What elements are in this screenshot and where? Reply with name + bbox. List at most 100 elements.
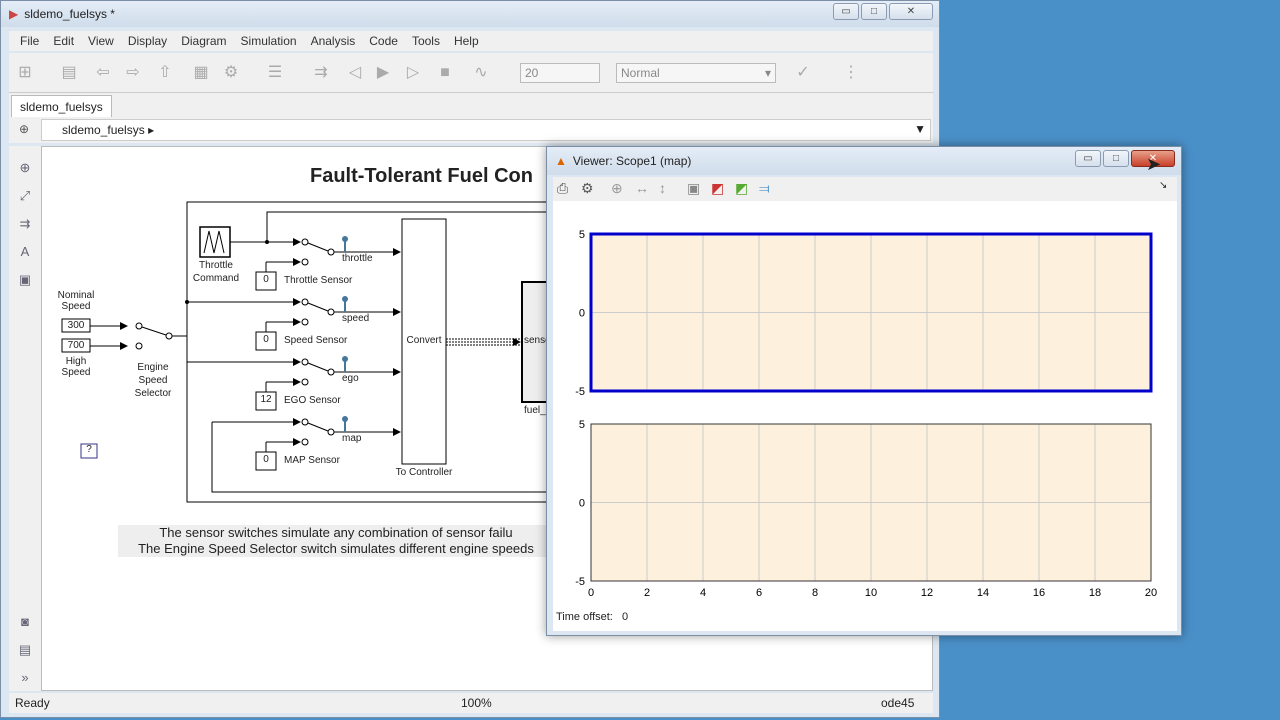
zoom-x-icon[interactable]: ↔: [635, 180, 649, 196]
zoom-icon[interactable]: ⊕: [17, 160, 33, 176]
menu-edit[interactable]: Edit: [46, 31, 81, 51]
minimize-button[interactable]: ▭: [833, 3, 859, 20]
menu-help[interactable]: Help: [447, 31, 486, 51]
x-tick-label: 4: [700, 587, 706, 599]
camera-icon[interactable]: ◙: [17, 614, 33, 630]
sensor-switch: [327, 368, 335, 376]
convert-label: Convert: [406, 335, 442, 346]
model-explorer-icon[interactable]: ☰: [265, 63, 285, 83]
menu-diagram[interactable]: Diagram: [174, 31, 233, 51]
library-icon[interactable]: ▦: [191, 63, 211, 83]
zoom-y-icon[interactable]: ↕: [659, 180, 666, 196]
high-speed-value[interactable]: 700: [62, 340, 90, 351]
build-icon[interactable]: ⋮: [841, 63, 861, 83]
title-bar: ▶ sldemo_fuelsys *: [1, 1, 939, 27]
x-tick-label: 10: [865, 587, 877, 599]
signal-selection-icon[interactable]: ⫤: [759, 180, 770, 197]
time-offset-value: 0: [622, 611, 629, 623]
fit-view-icon[interactable]: ⤢: [17, 188, 33, 204]
close-button[interactable]: ✕: [889, 3, 933, 20]
hide-browser-icon[interactable]: ⊕: [19, 122, 29, 136]
cursor-measurements-icon[interactable]: ◩: [735, 180, 748, 197]
sensor-label: Speed Sensor: [284, 335, 348, 346]
check-icon[interactable]: ✓: [793, 63, 813, 83]
arrow-icon[interactable]: ⇉: [17, 216, 33, 232]
x-tick-label: 20: [1145, 587, 1157, 599]
breadcrumb[interactable]: sldemo_fuelsys ▸ ▼: [41, 119, 931, 141]
connect-icon[interactable]: ⇉: [311, 63, 331, 83]
annotation-line-1: The sensor switches simulate any combina…: [159, 525, 513, 540]
chevron-down-icon[interactable]: ▼: [914, 122, 926, 136]
y-tick-label: -5: [575, 576, 585, 588]
x-tick-label: 12: [921, 587, 933, 599]
autoscale-icon[interactable]: ▣: [687, 180, 700, 197]
simulation-mode-select[interactable]: Normal ▾: [616, 63, 776, 83]
stop-icon[interactable]: ■: [435, 63, 455, 83]
menu-tools[interactable]: Tools: [405, 31, 447, 51]
step-back-icon[interactable]: ◁: [345, 63, 365, 83]
nominal-speed-value[interactable]: 300: [62, 320, 90, 331]
menu-code[interactable]: Code: [362, 31, 405, 51]
window-title: sldemo_fuelsys *: [24, 7, 115, 21]
scope-title: Viewer: Scope1 (map): [572, 154, 692, 168]
dock-arrow-icon[interactable]: ↘: [1159, 180, 1167, 191]
settings-gear-icon[interactable]: ⚙: [581, 180, 594, 197]
x-tick-label: 8: [812, 587, 818, 599]
sensor-switch: [327, 248, 335, 256]
menu-view[interactable]: View: [81, 31, 121, 51]
sensor-value: 0: [263, 454, 269, 465]
scope-toolbar: ⎙ ⚙ ⊕ ↔ ↕ ▣ ◩ ◩ ⫤ ↘: [553, 177, 1177, 201]
solver-name: ode45: [881, 696, 915, 710]
image-icon[interactable]: ▣: [17, 272, 33, 288]
breadcrumb-item[interactable]: sldemo_fuelsys: [62, 123, 145, 137]
fuel-label: fuel_: [524, 405, 546, 416]
scope-maximize-button[interactable]: □: [1103, 150, 1129, 167]
maximize-button[interactable]: □: [861, 3, 887, 20]
address-bar: ⊕ sldemo_fuelsys ▸ ▼: [9, 117, 933, 143]
sensor-switch: [327, 308, 335, 316]
up-icon[interactable]: ⇧: [155, 63, 175, 83]
settings-gear-icon[interactable]: ⚙: [221, 63, 241, 83]
signal-label: map: [342, 433, 362, 444]
tab-sldemo-fuelsys[interactable]: sldemo_fuelsys: [11, 95, 112, 117]
forward-icon[interactable]: ⇨: [123, 63, 143, 83]
menu-display[interactable]: Display: [121, 31, 174, 51]
sensor-label: MAP Sensor: [284, 455, 340, 466]
status-text: Ready: [15, 696, 50, 710]
signal-label: throttle: [342, 253, 373, 264]
annotation-icon[interactable]: A: [17, 244, 33, 260]
annotation: The sensor switches simulate any combina…: [118, 525, 554, 557]
x-tick-label: 0: [588, 587, 594, 599]
y-tick-label: -5: [575, 386, 585, 398]
new-model-icon[interactable]: ⊞: [15, 63, 35, 83]
step-forward-icon[interactable]: ▷: [403, 63, 423, 83]
signal-label: speed: [342, 313, 370, 324]
stop-time-input[interactable]: 20: [520, 63, 600, 83]
x-tick-label: 6: [756, 587, 762, 599]
back-icon[interactable]: ⇦: [93, 63, 113, 83]
menu-file[interactable]: File: [13, 31, 46, 51]
triggers-icon[interactable]: ◩: [711, 180, 724, 197]
sensor-value: 0: [263, 334, 269, 345]
save-icon[interactable]: ▤: [59, 63, 79, 83]
x-tick-label: 2: [644, 587, 650, 599]
menu-simulation[interactable]: Simulation: [234, 31, 304, 51]
menu-analysis[interactable]: Analysis: [304, 31, 363, 51]
chevron-down-icon: ▾: [764, 66, 771, 80]
y-tick-label: 5: [579, 419, 585, 431]
explorer-bar-icon[interactable]: ▤: [17, 642, 33, 658]
y-tick-label: 0: [579, 498, 585, 510]
zoom-in-icon[interactable]: ⊕: [611, 180, 623, 197]
engine-speed-selector-label: Engine Speed Selector: [134, 362, 172, 399]
expand-icon[interactable]: »: [17, 670, 33, 686]
run-icon[interactable]: ▶: [373, 63, 393, 83]
scope-icon[interactable]: ∿: [471, 63, 491, 83]
y-tick-label: 0: [579, 308, 585, 320]
annotation-line-2: The Engine Speed Selector switch simulat…: [138, 541, 534, 556]
print-icon[interactable]: ⎙: [557, 180, 568, 197]
scope-minimize-button[interactable]: ▭: [1075, 150, 1101, 167]
help-label[interactable]: ?: [81, 444, 97, 455]
x-tick-label: 16: [1033, 587, 1045, 599]
simulation-mode-value: Normal: [621, 66, 660, 80]
time-offset-label: Time offset:: [556, 611, 613, 623]
